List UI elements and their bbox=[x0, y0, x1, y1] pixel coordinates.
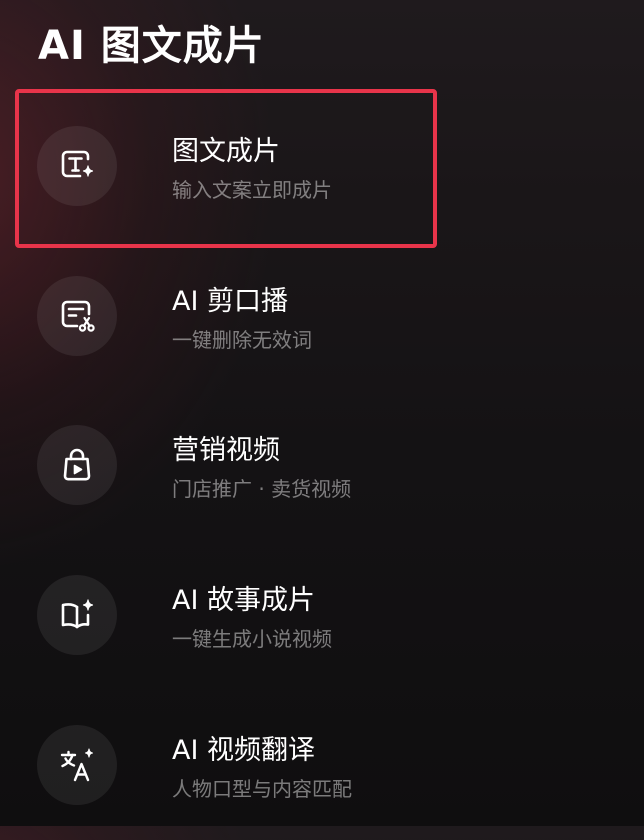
text-sparkle-icon bbox=[61, 150, 94, 178]
menu-item-ai-cut-talking[interactable]: AI 剪口播 一键删除无效词 bbox=[0, 251, 644, 391]
menu-item-image-text-to-video[interactable]: 图文成片 输入文案立即成片 bbox=[0, 101, 644, 241]
menu-item-subtitle: 人物口型与内容匹配 bbox=[172, 777, 352, 801]
menu-item-title: 图文成片 bbox=[172, 136, 280, 167]
menu-item-subtitle: 门店推广 · 卖货视频 bbox=[172, 477, 352, 501]
menu-item-subtitle: 一键删除无效词 bbox=[172, 328, 312, 352]
menu-item-marketing-video[interactable]: 营销视频 门店推广 · 卖货视频 bbox=[0, 400, 644, 540]
menu-item-title: AI 故事成片 bbox=[172, 585, 316, 616]
menu-item-icon-container bbox=[37, 126, 117, 206]
page-title: AI 图文成片 bbox=[38, 23, 265, 69]
menu-item-ai-story-video[interactable]: AI 故事成片 一键生成小说视频 bbox=[0, 550, 644, 690]
menu-item-icon-container bbox=[37, 725, 117, 805]
menu-item-ai-video-translation[interactable]: AI 视频翻译 人物口型与内容匹配 bbox=[0, 700, 644, 840]
menu-item-title: 营销视频 bbox=[172, 435, 280, 466]
book-sparkle-icon bbox=[61, 599, 94, 629]
menu-item-title: AI 视频翻译 bbox=[172, 735, 316, 766]
menu-item-icon-container bbox=[37, 575, 117, 655]
menu-item-subtitle: 一键生成小说视频 bbox=[172, 627, 332, 651]
translate-icon bbox=[60, 748, 94, 782]
shopping-bag-play-icon bbox=[63, 448, 91, 481]
document-scissors-icon bbox=[61, 300, 95, 332]
menu-item-icon-container bbox=[37, 276, 117, 356]
menu-item-title: AI 剪口播 bbox=[172, 286, 289, 317]
menu-item-icon-container bbox=[37, 425, 117, 505]
menu-item-subtitle: 输入文案立即成片 bbox=[172, 178, 332, 202]
